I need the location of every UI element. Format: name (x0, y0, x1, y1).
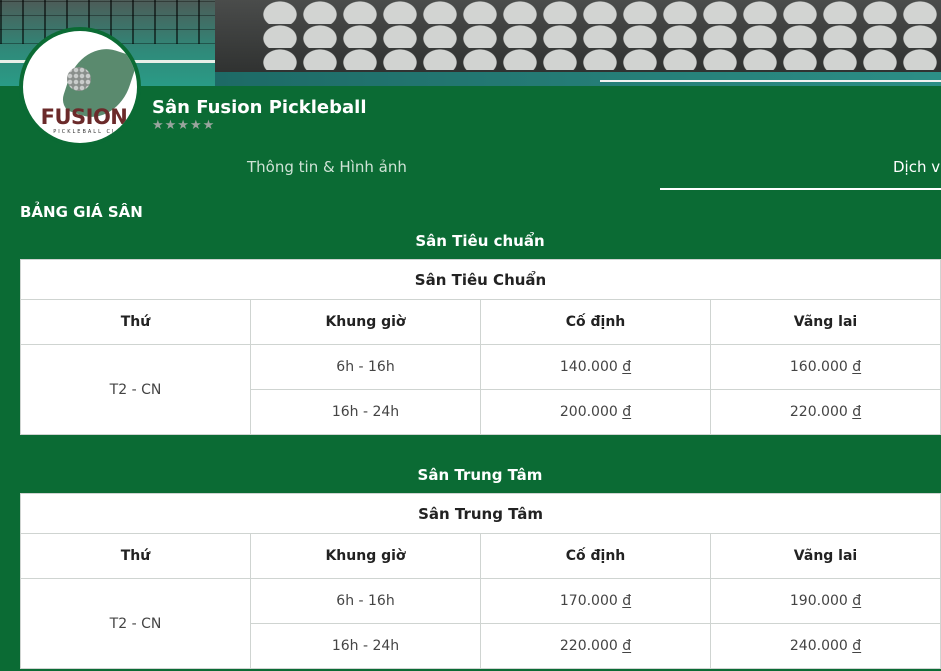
column-header-walkin: Vãng lai (709, 299, 941, 345)
table-caption: Sân Tiêu Chuẩn (19, 259, 941, 300)
logo-subtext: PICKLEBALL CL (53, 129, 117, 135)
active-tab-indicator (660, 188, 941, 190)
currency-symbol: đ (852, 359, 862, 375)
currency-symbol: đ (622, 359, 632, 375)
price-value: 220.000 (559, 638, 618, 654)
table-caption-row: Sân Tiêu Chuẩn (19, 259, 941, 300)
currency-symbol: đ (622, 593, 632, 609)
price-value: 140.000 (559, 359, 618, 375)
fixed-price-cell: 170.000 đ (480, 578, 711, 624)
tab-services[interactable]: Dịch vụ (893, 158, 941, 176)
walkin-price-cell: 160.000 đ (709, 344, 941, 390)
currency-symbol: đ (622, 638, 632, 654)
price-table-standard: Sân Tiêu Chuẩn Thứ Khung giờ Cố định Vãn… (19, 259, 941, 435)
currency-symbol: đ (852, 404, 862, 420)
walkin-price-cell: 240.000 đ (709, 623, 941, 669)
table-header-row: Thứ Khung giờ Cố định Vãng lai (20, 299, 941, 345)
column-header-slot: Khung giờ (250, 299, 481, 345)
table-row: T2 - CN 6h - 16h 170.000 đ 190.000 đ (20, 578, 941, 669)
walkin-price-cell: 220.000 đ (709, 389, 941, 435)
price-table-center: Sân Trung Tâm Thứ Khung giờ Cố định Vãng… (19, 493, 941, 669)
stadium-seats (260, 0, 941, 70)
fixed-price-cell: 140.000 đ (480, 344, 711, 390)
slot-cell: 6h - 16h (250, 578, 481, 624)
slot-cell: 6h - 16h (250, 344, 481, 390)
table-caption-row: Sân Trung Tâm (19, 493, 941, 534)
day-cell: T2 - CN (20, 578, 251, 669)
fixed-price-cell: 220.000 đ (480, 623, 711, 669)
currency-symbol: đ (622, 404, 632, 420)
court-heading-center: Sân Trung Tâm (417, 466, 543, 484)
walkin-price-cell: 190.000 đ (709, 578, 941, 624)
slot-cell: 16h - 24h (250, 623, 481, 669)
rating-stars: ★★★★★ (152, 118, 216, 133)
logo-wordmark: FUSION (40, 105, 128, 129)
table-header-row: Thứ Khung giờ Cố định Vãng lai (20, 533, 941, 579)
court-heading-standard: Sân Tiêu chuẩn (415, 232, 545, 250)
column-header-slot: Khung giờ (250, 533, 481, 579)
price-value: 190.000 (789, 593, 848, 609)
column-header-fixed: Cố định (480, 299, 711, 345)
pricing-section-title: BẢNG GIÁ SÂN (20, 203, 143, 221)
floor-line (600, 80, 941, 82)
price-value: 220.000 (789, 404, 848, 420)
logo-pickleball-icon (67, 67, 91, 91)
venue-logo: FUSION PICKLEBALL CL (20, 28, 140, 146)
currency-symbol: đ (852, 593, 862, 609)
tab-info-images[interactable]: Thông tin & Hình ảnh (247, 158, 407, 176)
fixed-price-cell: 200.000 đ (480, 389, 711, 435)
column-header-fixed: Cố định (480, 533, 711, 579)
column-header-day: Thứ (20, 533, 251, 579)
price-value: 160.000 (789, 359, 848, 375)
currency-symbol: đ (852, 638, 862, 654)
table-caption: Sân Trung Tâm (19, 493, 941, 534)
price-value: 200.000 (559, 404, 618, 420)
table-row: T2 - CN 6h - 16h 140.000 đ 160.000 đ (20, 344, 941, 435)
cover-image (0, 0, 941, 86)
day-cell: T2 - CN (20, 344, 251, 435)
venue-name: Sân Fusion Pickleball (152, 97, 367, 118)
price-value: 170.000 (559, 593, 618, 609)
column-header-day: Thứ (20, 299, 251, 345)
price-value: 240.000 (789, 638, 848, 654)
column-header-walkin: Vãng lai (709, 533, 941, 579)
court-floor (215, 72, 941, 86)
slot-cell: 16h - 24h (250, 389, 481, 435)
